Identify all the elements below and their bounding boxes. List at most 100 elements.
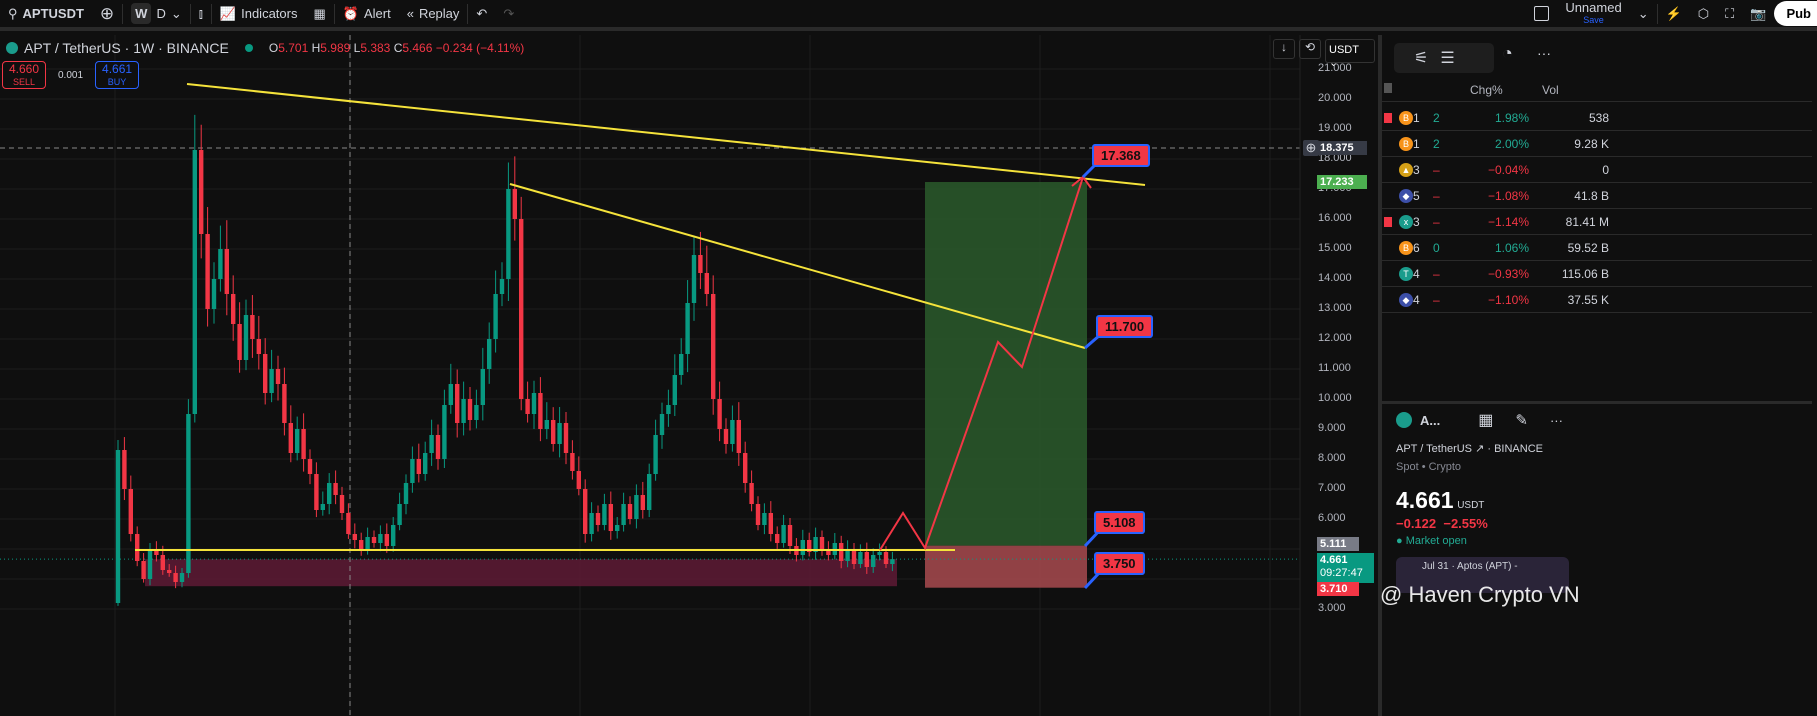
quick-search-button[interactable]: ⚡	[1658, 0, 1690, 28]
external-link-icon[interactable]: ↗	[1475, 443, 1484, 455]
candle-body	[506, 189, 511, 279]
layout-name[interactable]: Unnamed Save	[1557, 0, 1629, 28]
symbol: 3	[1413, 214, 1420, 229]
watchlist-row[interactable]: T 4– −0.93% 115.06 B	[1382, 261, 1812, 287]
last: –	[1433, 188, 1440, 203]
watchlist-row[interactable]: B 6 0 1.06% 59.52 B	[1382, 235, 1812, 261]
symbol: 5	[1413, 188, 1420, 203]
chg-header[interactable]: Chg%	[1470, 83, 1503, 97]
candle-body	[691, 255, 697, 303]
last: –	[1433, 266, 1440, 281]
layout-menu[interactable]: ⌄	[1630, 0, 1657, 28]
last: –	[1433, 214, 1440, 229]
annotation-target[interactable]: 17.368	[1092, 144, 1150, 167]
interval-d[interactable]: D	[156, 6, 165, 21]
candle-body	[762, 513, 767, 525]
watchlist-row[interactable]: B 1 2 1.98% 538	[1382, 105, 1812, 131]
auto-scale-button[interactable]: ⟲	[1299, 39, 1321, 59]
coin-icon: x	[1399, 214, 1413, 229]
symbol: 4	[1413, 266, 1420, 281]
grid-icon[interactable]: ▦	[1478, 410, 1493, 430]
watchlist-row[interactable]: B 1 2 2.00% 9.28 K	[1382, 131, 1812, 157]
pair-name[interactable]: APT / TetherUS	[1396, 443, 1472, 455]
chart-type-button[interactable]: ⫾	[191, 0, 211, 28]
candle-body	[211, 279, 217, 309]
publish-button[interactable]: Pub	[1774, 1, 1817, 26]
edit-icon[interactable]: ✎	[1515, 411, 1528, 429]
more-icon[interactable]: ···	[1550, 413, 1563, 428]
coin-icon: ◆	[1399, 188, 1413, 203]
indicators-button[interactable]: 📈 Indicators	[212, 0, 306, 28]
snapshot-button[interactable]: 📷	[1742, 0, 1774, 28]
watchlist-row[interactable]: ◆ 5– −1.08% 41.8 B	[1382, 183, 1812, 209]
more-icon[interactable]: ···	[1537, 45, 1551, 61]
buy-sell-panel: 4.660 SELL 0.001 4.661 BUY	[2, 61, 140, 89]
candle-body	[525, 399, 530, 414]
save-link[interactable]: Save	[1583, 14, 1604, 26]
vol-header[interactable]: Vol	[1542, 83, 1559, 97]
watchlist-row[interactable]: ▲ 3– −0.04% 0	[1382, 157, 1812, 183]
chevron-down-icon[interactable]: ⌄	[171, 6, 182, 22]
templates-button[interactable]: ▦	[305, 0, 333, 28]
coin-icon: B	[1399, 110, 1413, 125]
redo-button[interactable]: ↷	[495, 0, 522, 28]
list-settings-icon[interactable]: ☰	[1440, 48, 1454, 68]
replay-button[interactable]: « Replay	[399, 0, 468, 28]
alert-label: Alert	[363, 6, 391, 21]
layout-button[interactable]	[1526, 0, 1557, 28]
settings-button[interactable]: ⬡	[1690, 0, 1717, 28]
market-status-dot	[244, 44, 253, 52]
candles-icon: ⫾	[198, 5, 203, 21]
compare-button[interactable]: ⊕	[92, 0, 122, 28]
symbol-title[interactable]: APT / TetherUS · 1W · BINANCE	[24, 40, 229, 56]
price-tick: 7.000	[1318, 482, 1346, 494]
candle-body	[551, 420, 556, 444]
last: 0	[1433, 240, 1440, 255]
alert-button[interactable]: ⏰ Alert	[335, 0, 399, 28]
watchlist-row[interactable]: ◆ 4– −1.10% 37.55 K	[1382, 287, 1812, 313]
flag-icon[interactable]	[1384, 112, 1392, 123]
scroll-to-latest-button[interactable]: ↓	[1273, 39, 1295, 59]
interval-w[interactable]: W	[131, 3, 152, 24]
last: 2	[1433, 136, 1440, 151]
candle-body	[314, 474, 319, 510]
currency-select[interactable]: USDT ⌄	[1325, 39, 1375, 69]
candle-body	[115, 450, 121, 603]
candle-body	[179, 573, 185, 582]
stop-price-label: 3.710	[1317, 582, 1359, 596]
annotation-resistance[interactable]: 11.700	[1096, 315, 1154, 338]
watchlist-header: Chg% Vol	[1382, 80, 1812, 102]
flag-icon[interactable]	[1384, 83, 1392, 93]
candle-body	[736, 420, 741, 453]
symbol-search[interactable]: ⚲ APTUSDT	[0, 0, 92, 28]
candle-body	[231, 294, 236, 324]
candle-body	[717, 399, 722, 429]
undo-button[interactable]: ↶	[468, 0, 495, 28]
annotation-stop[interactable]: 3.750	[1094, 552, 1145, 575]
flag-icon[interactable]	[1384, 216, 1392, 227]
chg: 1.98%	[1494, 110, 1529, 125]
candle-body	[640, 495, 645, 510]
fullscreen-button[interactable]: ⛶	[1717, 0, 1742, 28]
indicators-icon: 📈	[219, 5, 237, 21]
panel-divider[interactable]	[1382, 401, 1812, 404]
watchlist-icon[interactable]: ⚟	[1414, 48, 1428, 68]
annotation-entry[interactable]: 5.108	[1094, 511, 1145, 534]
pie-chart-icon[interactable]: ◔	[1502, 43, 1513, 64]
buy-button[interactable]: 4.661 BUY	[95, 61, 140, 89]
rewind-icon: «	[406, 6, 414, 21]
last: 2	[1433, 110, 1440, 125]
watchlist-toolbar: ⚟ ☰	[1394, 43, 1494, 73]
coin-icon: T	[1399, 266, 1413, 281]
candle-body	[346, 513, 351, 534]
last-price-label: 4.661 09:27:47	[1317, 553, 1374, 583]
price-change-pct: −2.55%	[1443, 516, 1488, 531]
candle-body	[461, 399, 466, 423]
camera-icon: 📷	[1750, 5, 1767, 21]
add-alert-crosshair-icon[interactable]: ⊕	[1303, 140, 1319, 156]
sell-button[interactable]: 4.660 SELL	[2, 61, 46, 89]
candle-body	[800, 540, 805, 555]
watchlist-row[interactable]: x 3– −1.14% 81.41 M	[1382, 209, 1812, 235]
price-chart[interactable]	[0, 0, 1378, 716]
price-tick: 9.000	[1318, 422, 1346, 434]
